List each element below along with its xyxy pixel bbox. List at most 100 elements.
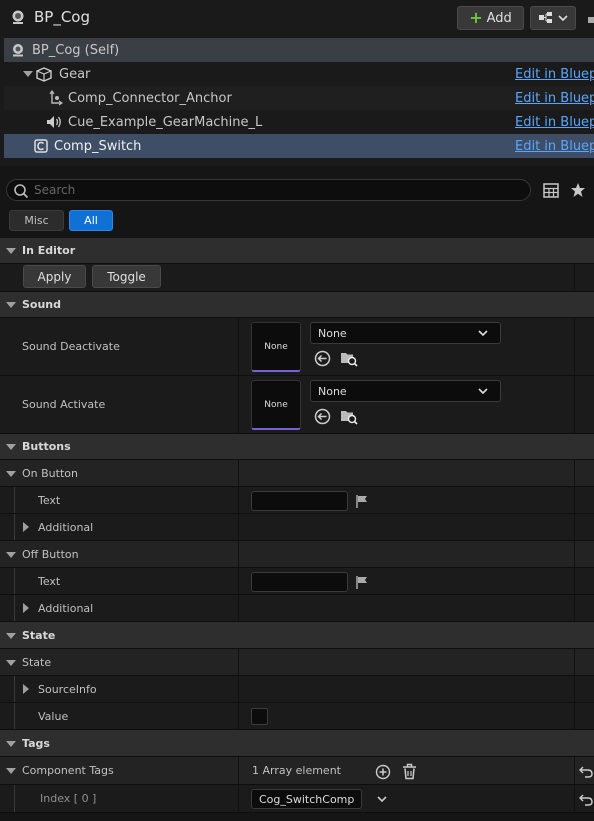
column-divider [574,785,575,812]
toggle-button[interactable]: Toggle [92,265,161,288]
array-count: 1 Array element [252,764,341,777]
script-component-icon [33,138,49,154]
tree-item-comp-switch[interactable]: Comp_Switch Edit in Blueprint [4,134,594,158]
tag-value-input[interactable]: Cog_SwitchComp [251,789,362,809]
column-divider [238,649,239,675]
edit-in-blueprint-link[interactable]: Edit in Blueprint [515,91,594,106]
edit-in-blueprint-link[interactable]: Edit in Blueprint [515,115,594,130]
category-label: Tags [22,736,50,750]
hierarchy-icon [539,12,552,23]
tree-item-self[interactable]: BP_Cog (Self) [4,38,594,62]
column-divider [238,541,239,567]
thumbnail-label: None [264,341,288,352]
edit-in-blueprint-link[interactable]: Edit in Blueprint [515,139,594,154]
collapse-arrow-icon [6,248,16,254]
plus-icon: + [469,8,483,27]
component-tree: BP_Cog (Self) Gear Edit in Blueprint Com… [0,36,594,166]
column-divider [574,595,575,621]
chevron-down-icon [478,388,488,395]
add-element-icon[interactable] [375,764,391,780]
add-button[interactable]: + Add [457,6,524,30]
filter-all-button[interactable]: All [69,210,113,231]
on-button-additional-row[interactable]: Additional [0,514,594,541]
collapse-arrow-icon [6,633,16,639]
category-label: Sound [22,298,62,311]
edit-in-blueprint-link[interactable]: Edit in Blueprint [515,67,594,82]
indent-guide [14,676,15,702]
off-button-text-row: Text [0,568,594,595]
collapse-arrow-icon [6,444,16,450]
column-divider [574,649,575,675]
table-view-icon[interactable] [543,183,559,198]
category-state[interactable]: State [0,622,594,649]
column-divider [574,514,575,540]
struct-state[interactable]: State [0,649,594,676]
search-input[interactable]: Search [6,179,531,201]
thumbnail-label: None [264,399,288,410]
tree-item-label: Cue_Example_GearMachine_L [68,114,263,130]
reset-to-default-icon[interactable] [579,794,593,806]
overflow-icon[interactable] [588,17,594,23]
property-label: Component Tags [22,764,114,777]
column-divider [238,514,239,540]
expand-arrow-icon[interactable] [23,71,33,77]
trash-icon[interactable] [402,763,417,780]
tree-item-connector-anchor[interactable]: Comp_Connector_Anchor Edit in Blueprint [4,86,594,110]
collapse-arrow-icon [6,302,16,308]
filter-misc-button[interactable]: Misc [9,210,64,231]
asset-thumbnail[interactable]: None [251,380,301,430]
reset-to-default-icon[interactable] [579,766,593,778]
category-tags[interactable]: Tags [0,730,594,757]
apply-button[interactable]: Apply [23,265,86,288]
browse-asset-icon[interactable] [340,407,358,425]
browse-asset-icon[interactable] [340,349,358,367]
filter-label: Misc [24,214,49,227]
column-divider [574,757,575,784]
property-label: On Button [22,466,78,480]
asset-thumbnail[interactable]: None [251,322,301,372]
component-tags-row[interactable]: Component Tags 1 Array element [0,757,594,785]
localization-flag-icon[interactable] [355,494,369,508]
use-selected-icon[interactable] [314,350,331,367]
struct-off-button[interactable]: Off Button [0,541,594,568]
indent-guide [14,703,15,729]
text-input[interactable] [251,491,348,511]
column-divider [574,541,575,567]
property-label: Sound Deactivate [22,340,120,353]
value-row: Value [0,703,594,730]
value-checkbox[interactable] [251,708,268,725]
tree-item-audio-cue[interactable]: Cue_Example_GearMachine_L Edit in Bluepr… [4,110,594,134]
column-divider [238,703,239,729]
column-divider [238,757,239,784]
tree-item-gear[interactable]: Gear Edit in Blueprint [4,62,594,86]
tree-item-label: BP_Cog (Self) [32,42,120,58]
chevron-down-icon [478,330,488,337]
button-label: Apply [37,269,72,284]
category-buttons[interactable]: Buttons [0,434,594,460]
asset-picker-dropdown[interactable]: None [310,380,501,402]
indent-guide [14,785,15,812]
category-sound[interactable]: Sound [0,292,594,318]
chevron-down-icon[interactable] [376,795,388,804]
off-button-additional-row[interactable]: Additional [0,595,594,622]
in-editor-buttons-row: Apply Toggle [0,264,594,292]
collapse-arrow-icon [6,660,16,666]
property-label: Sound Activate [22,398,106,411]
component-icon [10,42,26,58]
search-icon [14,184,29,199]
struct-on-button[interactable]: On Button [0,460,594,487]
column-divider [574,568,575,594]
star-icon[interactable] [570,182,586,198]
use-selected-icon[interactable] [314,408,331,425]
collapse-arrow-icon [6,471,16,477]
category-in-editor[interactable]: In Editor [0,238,594,264]
sound-deactivate-row: Sound Deactivate None None [0,318,594,376]
asset-picker-dropdown[interactable]: None [310,322,501,344]
blueprint-options-button[interactable] [530,6,576,30]
text-input[interactable] [251,572,348,592]
localization-flag-icon[interactable] [355,575,369,589]
dropdown-value: None [318,384,347,398]
column-divider [238,376,239,433]
source-info-row[interactable]: SourceInfo [0,676,594,703]
column-divider [238,487,239,513]
